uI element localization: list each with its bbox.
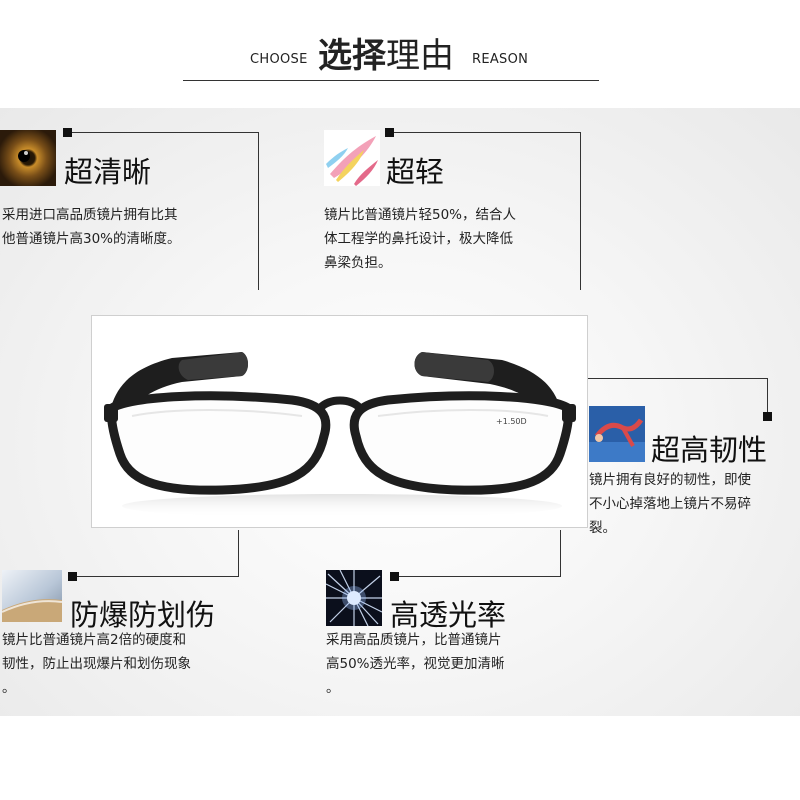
lens-edge-icon [1, 570, 63, 622]
feature-desc-explosion-proof: 镜片比普通镜片高2倍的硬度和 韧性，防止出现爆片和划伤现象 。 [2, 628, 242, 700]
eye-icon [0, 130, 56, 186]
desc-line: 。 [326, 680, 340, 696]
feature-desc-clarity: 采用进口高品质镜片拥有比其 他普通镜片高30%的清晰度。 [2, 203, 242, 251]
connector-line [238, 530, 239, 577]
desc-line: 镜片拥有良好的韧性，即使 [589, 472, 751, 488]
desc-line: 采用进口高品质镜片拥有比其 [2, 207, 178, 223]
connector-line [580, 132, 581, 290]
header-divider [183, 80, 599, 81]
connector-line [394, 576, 561, 577]
feature-title-light: 超轻 [386, 155, 445, 189]
desc-line: 鼻梁负担。 [324, 255, 392, 271]
desc-line: 他普通镜片高30%的清晰度。 [2, 231, 181, 247]
glasses-image: +1.50D [104, 352, 576, 518]
title-light: 理由 [386, 36, 454, 76]
header-choose: CHOOSE [250, 52, 308, 67]
connector-line [588, 378, 768, 379]
connector-square [390, 572, 399, 581]
desc-line: 采用高品质镜片，比普通镜片 [326, 632, 502, 648]
feature-desc-transmittance: 采用高品质镜片，比普通镜片 高50%透光率，视觉更加清晰 。 [326, 628, 566, 700]
desc-line: 不小心掉落地上镜片不易碎 [589, 496, 751, 512]
header-reason: REASON [472, 52, 529, 67]
connector-line [560, 530, 561, 577]
desc-line: 高50%透光率，视觉更加清晰 [326, 656, 505, 672]
starburst-icon [325, 569, 383, 627]
connector-line [258, 132, 259, 290]
feather-icon [324, 130, 380, 186]
connector-line [72, 132, 259, 133]
page-title: 选择理由 [318, 28, 454, 77]
desc-line: 裂。 [589, 520, 616, 536]
feature-title-toughness: 超高韧性 [651, 433, 768, 467]
title-bold: 选择 [318, 36, 386, 76]
connector-square [63, 128, 72, 137]
feature-desc-toughness: 镜片拥有良好的韧性，即使 不小心掉落地上镜片不易碎 裂。 [589, 468, 794, 540]
desc-line: 镜片比普通镜片轻50%，结合人 [324, 207, 517, 223]
feature-desc-light: 镜片比普通镜片轻50%，结合人 体工程学的鼻托设计，极大降低 鼻梁负担。 [324, 203, 564, 275]
connector-square [385, 128, 394, 137]
gymnast-icon [589, 406, 645, 462]
connector-line [767, 378, 768, 414]
connector-line [394, 132, 581, 133]
connector-square [763, 412, 772, 421]
feature-title-clarity: 超清晰 [64, 155, 152, 189]
desc-line: 体工程学的鼻托设计，极大降低 [324, 231, 513, 247]
desc-line: 镜片比普通镜片高2倍的硬度和 [2, 632, 187, 648]
desc-line: 。 [2, 680, 16, 696]
product-photo: +1.50D [91, 315, 588, 528]
connector-square [68, 572, 77, 581]
desc-line: 韧性，防止出现爆片和划伤现象 [2, 656, 191, 672]
connector-line [72, 576, 239, 577]
lens-diopter-label: +1.50D [496, 417, 527, 426]
